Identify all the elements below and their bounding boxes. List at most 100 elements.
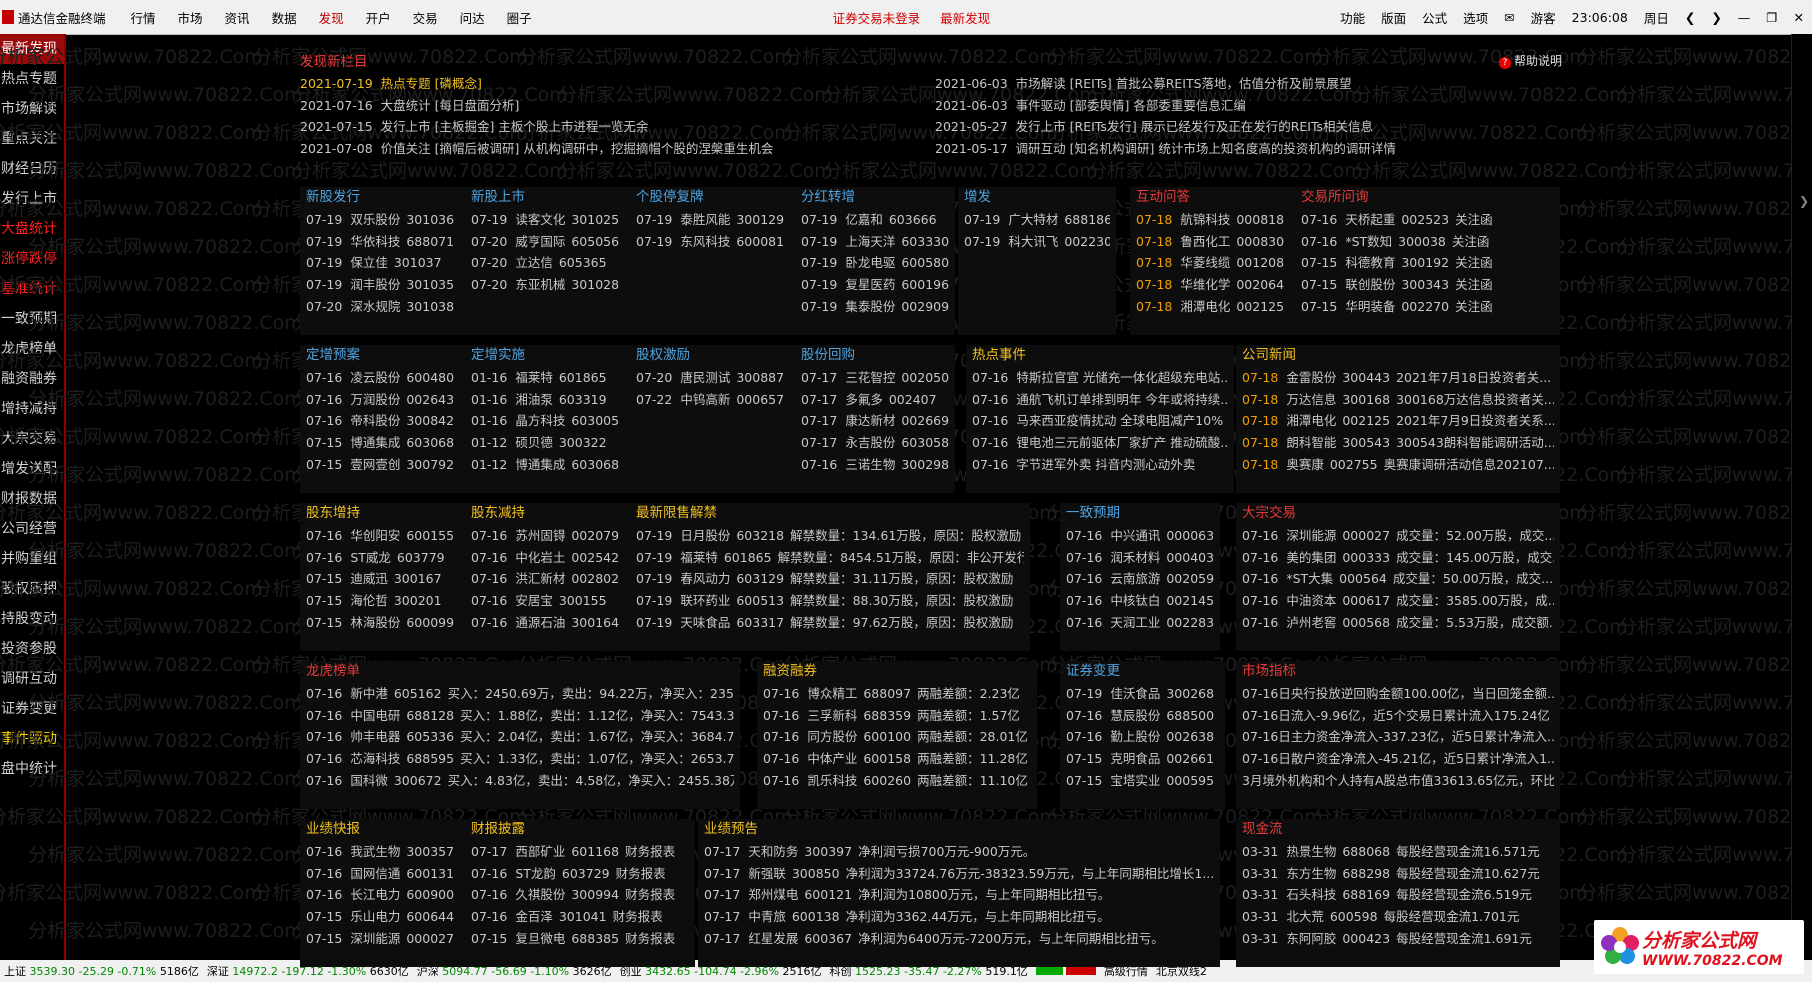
panel-title[interactable]: 市场指标 bbox=[1236, 661, 1560, 682]
list-item[interactable]: 07-16 ST威龙 603779 bbox=[306, 547, 459, 569]
sidebar-item[interactable]: 公司经营 bbox=[0, 514, 64, 544]
list-item[interactable]: 01-16 湘油泵 603319 bbox=[471, 389, 624, 411]
list-item[interactable]: 07-19 东风科技 600081 bbox=[636, 231, 789, 253]
list-item[interactable]: 07-16 凯乐科技 600260 两融差额：11.10亿 bbox=[763, 770, 1031, 792]
list-item[interactable]: 07-16 ST龙韵 603729 财务报表 bbox=[471, 863, 689, 885]
list-item[interactable]: 07-16 马来西亚疫情扰动 全球电阻减产10% bbox=[972, 410, 1228, 432]
list-item[interactable]: 07-16 金百泽 301041 财务报表 bbox=[471, 906, 689, 928]
list-item[interactable]: 07-16 凌云股份 600480 bbox=[306, 367, 459, 389]
panel-title[interactable]: 交易所问询 bbox=[1295, 187, 1560, 208]
list-item[interactable]: 07-16 万润股份 002643 bbox=[306, 389, 459, 411]
list-item[interactable]: 07-16 帝科股份 300842 bbox=[306, 410, 459, 432]
list-item[interactable]: 03-31 北大荒 600598 每股经营现金流1.701元 bbox=[1242, 906, 1554, 928]
list-item[interactable]: 07-16 国科微 300672 买入：4.83亿，卖出：4.58亿，净买入：2455… bbox=[306, 770, 734, 792]
trade-login-status[interactable]: 证券交易未登录 bbox=[823, 8, 931, 27]
list-item[interactable]: 01-12 硕贝德 300322 bbox=[471, 432, 624, 454]
list-item[interactable]: 07-17 西部矿业 601168 财务报表 bbox=[471, 841, 689, 863]
list-item[interactable]: 07-16 天润工业 002283 bbox=[1066, 612, 1214, 634]
panel-title[interactable]: 证券变更 bbox=[1060, 661, 1225, 682]
panel-title[interactable]: 定增预案 bbox=[300, 345, 465, 366]
menu-formula[interactable]: 公式 bbox=[1414, 8, 1455, 27]
sidebar-item[interactable]: 持股变动 bbox=[0, 604, 64, 634]
forward-arrow-icon[interactable]: ❯ bbox=[1703, 10, 1729, 25]
panel-title[interactable]: 个股停复牌 bbox=[630, 187, 795, 208]
list-item[interactable]: 07-16 锂电池三元前驱体厂家扩产 推动硫酸... bbox=[972, 432, 1228, 454]
list-item[interactable]: 07-19 春风动力 603129 解禁数量：31.11万股，原因：股权激励 bbox=[636, 568, 1024, 590]
sidebar-item[interactable]: 盘中统计 bbox=[0, 754, 64, 784]
mail-icon[interactable]: ✉ bbox=[1496, 10, 1522, 25]
list-item[interactable]: 07-16 美的集团 000333 成交量：145.00万股，成交... bbox=[1242, 547, 1554, 569]
list-item[interactable]: 07-18 湘潭电化 002125 2021年7月9日投资者关系... bbox=[1242, 410, 1554, 432]
sidebar-item[interactable]: 最新发现 bbox=[0, 34, 64, 64]
panel-title[interactable]: 新股发行 bbox=[300, 187, 465, 208]
sidebar-item[interactable]: 市场解读 bbox=[0, 94, 64, 124]
list-item[interactable]: 07-16 芯海科技 688595 买入：1.33亿，卖出：1.07亿，净买入：265… bbox=[306, 748, 734, 770]
list-item[interactable]: 07-19 联环药业 600513 解禁数量：88.30万股，原因：股权激励 bbox=[636, 590, 1024, 612]
list-item[interactable]: 07-16日散户资金净流入-45.21亿，近5日累计净流入1... bbox=[1242, 748, 1554, 770]
list-item[interactable]: 07-20 唐民测试 300887 bbox=[636, 367, 789, 389]
discover-item[interactable]: 2021-05-17 调研互动 [知名机构调研] 统计市场上知名度高的投资机构的调… bbox=[935, 138, 1555, 160]
list-item[interactable]: 07-17 三花智控 002050 bbox=[801, 367, 949, 389]
list-item[interactable]: 07-18 华维化学 002064 bbox=[1136, 274, 1289, 296]
list-item[interactable]: 07-17 天和防务 300397 净利润亏损700万元-900万元。 bbox=[704, 841, 1214, 863]
panel-title[interactable]: 业绩预告 bbox=[698, 819, 1220, 840]
list-item[interactable]: 07-16 久祺股份 300994 财务报表 bbox=[471, 884, 689, 906]
panel-title[interactable]: 业绩快报 bbox=[300, 819, 465, 840]
sidebar-item[interactable]: 股权质押 bbox=[0, 574, 64, 604]
list-item[interactable]: 07-18 鲁西化工 000830 bbox=[1136, 231, 1289, 253]
list-item[interactable]: 07-19 复星医药 600196 bbox=[801, 274, 949, 296]
list-item[interactable]: 07-16 国网信通 600131 bbox=[306, 863, 459, 885]
sidebar-item[interactable]: 事件驱动 bbox=[0, 724, 64, 754]
list-item[interactable]: 07-19 天味食品 603317 解禁数量：97.62万股，原因：股权激励 bbox=[636, 612, 1024, 634]
list-item[interactable]: 07-16 华创阳安 600155 bbox=[306, 525, 459, 547]
menu-data[interactable]: 数据 bbox=[261, 8, 308, 27]
list-item[interactable]: 07-16 勤上股份 002638 bbox=[1066, 726, 1219, 748]
sidebar-item[interactable]: 财报数据 bbox=[0, 484, 64, 514]
list-item[interactable]: 07-19 上海天洋 603330 bbox=[801, 231, 949, 253]
list-item[interactable]: 07-16 中油资本 000617 成交量：3585.00万股，成... bbox=[1242, 590, 1554, 612]
help-button[interactable]: ? 帮助说明 bbox=[1498, 52, 1562, 69]
list-item[interactable]: 07-20 威亨国际 605056 bbox=[471, 231, 624, 253]
list-item[interactable]: 07-16 中化岩土 002542 bbox=[471, 547, 624, 569]
list-item[interactable]: 07-19 科大讯飞 002230 bbox=[964, 231, 1110, 253]
list-item[interactable]: 07-19 佳沃食品 300268 bbox=[1066, 683, 1219, 705]
menu-layout[interactable]: 版面 bbox=[1373, 8, 1414, 27]
list-item[interactable]: 07-19 广大特材 688186 bbox=[964, 209, 1110, 231]
list-item[interactable]: 03-31 石头科技 688169 每股经营现金流6.519元 bbox=[1242, 884, 1554, 906]
list-item[interactable]: 01-16 福莱特 601865 bbox=[471, 367, 624, 389]
list-item[interactable]: 07-16 通航飞机订单排到明年 今年或将持续... bbox=[972, 389, 1228, 411]
discover-item[interactable]: 2021-05-27 发行上市 [REITs发行] 展示已经发行及正在发行的REI… bbox=[935, 116, 1555, 138]
list-item[interactable]: 07-16日央行投放逆回购金额100.00亿，当日回笼金额... bbox=[1242, 683, 1554, 705]
sidebar-item[interactable]: 证券变更 bbox=[0, 694, 64, 724]
vertical-scrollbar[interactable]: ❯ bbox=[1791, 34, 1812, 960]
sidebar-item[interactable]: 增发送配 bbox=[0, 454, 64, 484]
menu-ask[interactable]: 问达 bbox=[449, 8, 496, 27]
list-item[interactable]: 07-18 华菱线缆 001208 bbox=[1136, 252, 1289, 274]
restore-icon[interactable]: ❐ bbox=[1758, 10, 1785, 25]
menu-open-account[interactable]: 开户 bbox=[355, 8, 402, 27]
list-item[interactable]: 07-19 读客文化 301025 bbox=[471, 209, 624, 231]
panel-title[interactable]: 分红转增 bbox=[795, 187, 955, 208]
menu-function[interactable]: 功能 bbox=[1332, 8, 1373, 27]
list-item[interactable]: 3月境外机构和个人持有A股总市值33613.65亿元，环比... bbox=[1242, 770, 1554, 792]
list-item[interactable]: 07-15 迪威迅 300167 bbox=[306, 568, 459, 590]
user-guest[interactable]: 游客 bbox=[1523, 8, 1564, 27]
list-item[interactable]: 07-16日流入-9.96亿，近5个交易日累计流入175.24亿 bbox=[1242, 705, 1554, 727]
sidebar-item[interactable]: 基准统计 bbox=[0, 274, 64, 304]
list-item[interactable]: 07-18 奥赛康 002755 奥赛康调研活动信息202107... bbox=[1242, 454, 1554, 476]
latest-discover-link[interactable]: 最新发现 bbox=[930, 8, 1000, 27]
back-arrow-icon[interactable]: ❮ bbox=[1677, 10, 1703, 25]
index-quote[interactable]: 上证 3539.30 -25.29 -0.71% 5186亿 bbox=[0, 963, 203, 979]
scroll-arrow-icon[interactable]: ❯ bbox=[1799, 194, 1809, 208]
list-item[interactable]: 07-15 乐山电力 600644 bbox=[306, 906, 459, 928]
list-item[interactable]: 07-15 华明装备 002270 关注函 bbox=[1301, 296, 1554, 318]
list-item[interactable]: 07-16 *ST大集 000564 成交量：50.00万股，成交... bbox=[1242, 568, 1554, 590]
sidebar-item[interactable]: 热点专题 bbox=[0, 64, 64, 94]
panel-title[interactable]: 大宗交易 bbox=[1236, 503, 1560, 524]
panel-title[interactable]: 热点事件 bbox=[966, 345, 1234, 366]
list-item[interactable]: 07-16 新中港 605162 买入：2450.69万，卖出：94.22万，净买入：… bbox=[306, 683, 734, 705]
list-item[interactable]: 03-31 东阿阿胶 000423 每股经营现金流1.691元 bbox=[1242, 928, 1554, 950]
discover-item[interactable]: 2021-07-16 大盘统计 [每日盘面分析] bbox=[300, 95, 935, 117]
list-item[interactable]: 07-16 云南旅游 002059 bbox=[1066, 568, 1214, 590]
list-item[interactable]: 07-20 东亚机械 301028 bbox=[471, 274, 624, 296]
